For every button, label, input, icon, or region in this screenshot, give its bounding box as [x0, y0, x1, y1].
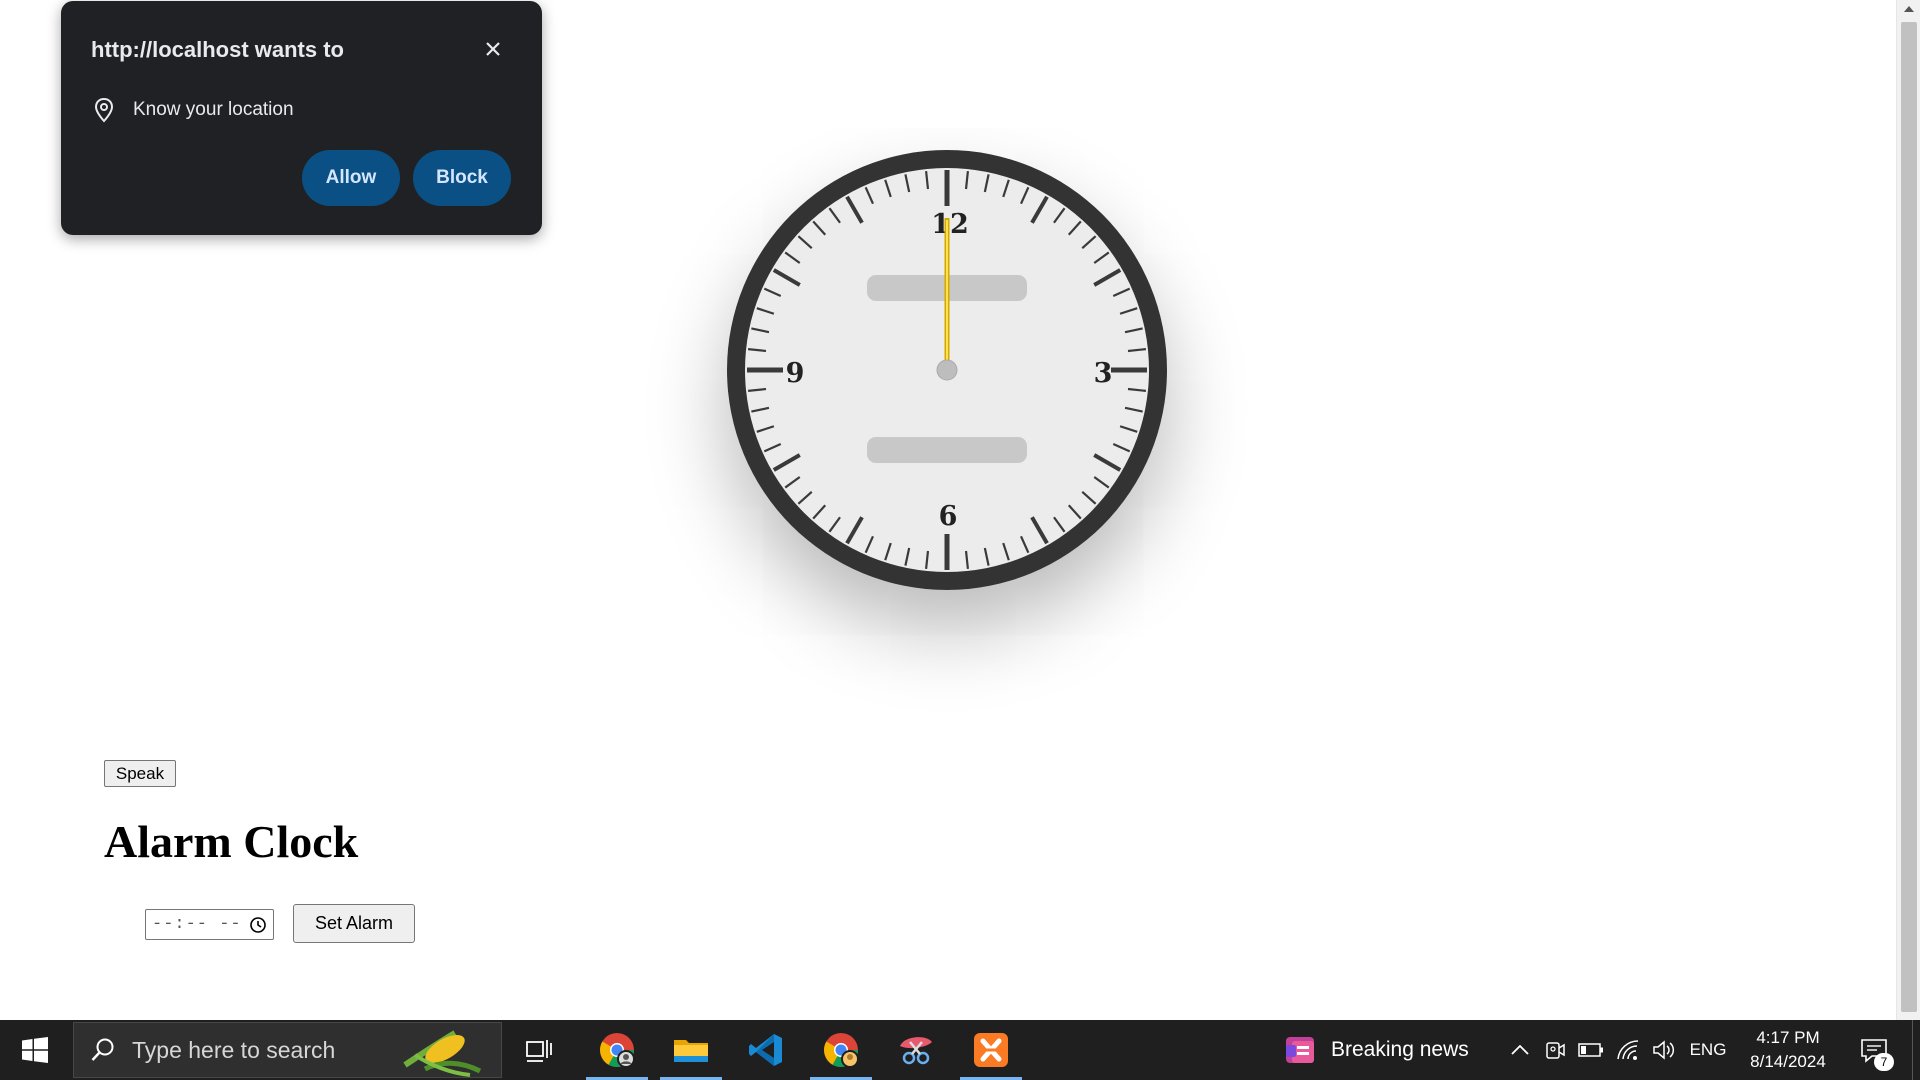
meet-now-button[interactable]	[1541, 1020, 1569, 1080]
numeral-9: 9	[786, 358, 805, 389]
file-explorer-icon	[674, 1040, 708, 1062]
notification-center-button[interactable]: 7	[1852, 1020, 1896, 1080]
taskbar-vscode[interactable]	[735, 1020, 797, 1080]
snipping-tool-icon	[900, 1037, 932, 1065]
speaker-icon	[1653, 1040, 1675, 1060]
chrome-profile-icon	[600, 1033, 635, 1068]
taskbar-date: 8/14/2024	[1750, 1052, 1826, 1071]
start-button[interactable]	[0, 1020, 70, 1080]
network-indicator[interactable]	[1613, 1020, 1643, 1080]
permission-request-row: Know your location	[93, 97, 294, 123]
windows-taskbar: Type here to search Breaking news ENG 4:…	[0, 1020, 1920, 1080]
battery-indicator[interactable]	[1576, 1020, 1606, 1080]
analog-clock: 12 3 6 9	[727, 150, 1167, 590]
chrome-icon	[824, 1033, 859, 1068]
taskbar-snipping-tool[interactable]	[885, 1020, 947, 1080]
clock-center-pin	[936, 359, 958, 381]
wifi-icon	[1617, 1040, 1639, 1060]
date-pill-bottom	[867, 437, 1027, 463]
windows-logo-icon	[22, 1037, 48, 1063]
block-button[interactable]: Block	[413, 150, 511, 206]
numeral-3: 3	[1094, 358, 1113, 389]
page-title: Alarm Clock	[104, 816, 359, 867]
taskbar-search-box[interactable]: Type here to search	[73, 1022, 502, 1078]
scroll-up-arrow-icon[interactable]	[1904, 6, 1914, 12]
taskbar-chrome-profile[interactable]	[586, 1020, 648, 1080]
close-icon[interactable]	[479, 35, 507, 63]
taskbar-time: 4:17 PM	[1756, 1028, 1820, 1047]
alarm-time-input[interactable]: --:-- --	[145, 909, 274, 940]
speak-button[interactable]: Speak	[104, 760, 176, 787]
taskbar-xampp[interactable]	[960, 1020, 1022, 1080]
chevron-up-icon	[1511, 1044, 1529, 1055]
taskbar-clock[interactable]: 4:17 PM 8/14/2024	[1738, 1026, 1838, 1076]
numeral-12: 12	[931, 209, 969, 240]
permission-request-text: Know your location	[133, 99, 294, 120]
clock-icon[interactable]	[249, 916, 267, 934]
search-placeholder: Type here to search	[132, 1036, 336, 1063]
news-label: Breaking news	[1331, 1038, 1469, 1061]
location-permission-popup: http://localhost wants to Know your loca…	[61, 1, 542, 235]
battery-icon	[1578, 1043, 1603, 1057]
news-widget[interactable]: Breaking news	[1283, 1020, 1469, 1080]
show-hidden-icons-button[interactable]	[1506, 1020, 1534, 1080]
xampp-icon	[974, 1033, 1008, 1067]
search-icon	[91, 1038, 114, 1061]
time-input-value: --:-- --	[152, 915, 242, 934]
volume-control[interactable]	[1649, 1020, 1679, 1080]
vertical-scrollbar[interactable]	[1896, 0, 1920, 1020]
taskbar-chrome[interactable]	[810, 1020, 872, 1080]
permission-title: http://localhost wants to	[91, 37, 344, 62]
language-label: ENG	[1689, 1040, 1727, 1059]
language-indicator[interactable]: ENG	[1686, 1020, 1730, 1080]
allow-button[interactable]: Allow	[302, 150, 400, 206]
taskbar-file-explorer[interactable]	[660, 1020, 722, 1080]
vscode-icon	[749, 1034, 782, 1066]
show-desktop-button[interactable]	[1912, 1020, 1920, 1080]
numeral-6: 6	[939, 501, 958, 532]
news-icon	[1286, 1037, 1314, 1063]
video-device-icon	[1546, 1042, 1565, 1059]
corn-search-highlight-icon	[403, 1030, 482, 1077]
location-pin-icon	[94, 97, 114, 123]
task-view-button[interactable]	[508, 1020, 570, 1080]
scroll-thumb[interactable]	[1901, 22, 1917, 1012]
set-alarm-button[interactable]: Set Alarm	[293, 904, 415, 943]
task-view-icon	[526, 1040, 552, 1062]
notification-count-badge: 7	[1874, 1053, 1894, 1071]
